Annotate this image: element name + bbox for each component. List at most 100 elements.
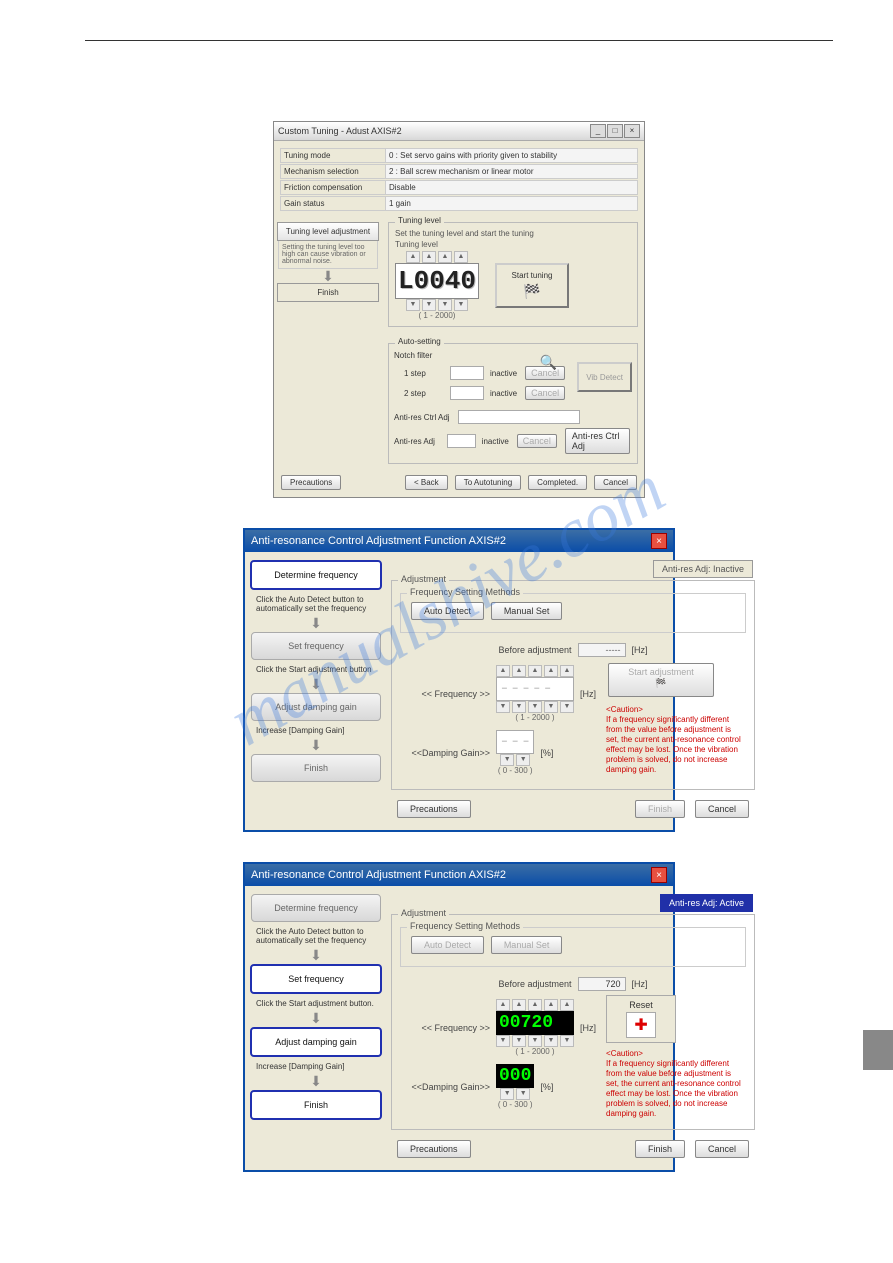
frequency-range: ( 1 - 2000 ) — [496, 1047, 574, 1056]
arrow-down-icon: ⬇ — [310, 1011, 322, 1025]
before-adjustment-value: 720 — [578, 977, 626, 991]
adjustment-legend: Adjustment — [398, 574, 449, 584]
auto-detect-button[interactable]: Auto Detect — [411, 602, 484, 620]
step2-status: inactive — [490, 389, 517, 398]
friction-value: Disable — [386, 180, 638, 195]
hz-unit: [Hz] — [632, 979, 648, 989]
anti-resonance-dialog-active: Anti-resonance Control Adjustment Functi… — [243, 862, 675, 1172]
pct-unit: [%] — [540, 1082, 553, 1092]
anti-res-ctrl-adj-button[interactable]: Anti-res Ctrl Adj — [565, 428, 630, 454]
auto-detect-button[interactable]: Auto Detect — [411, 936, 484, 954]
reset-cross-icon: ✚ — [626, 1012, 656, 1038]
custom-tuning-dialog: Custom Tuning - Adust AXIS#2 _ □ × Tunin… — [273, 121, 645, 498]
step-finish: Finish — [250, 1090, 382, 1120]
step-determine-frequency: Determine frequency — [250, 560, 382, 590]
to-autotuning-button[interactable]: To Autotuning — [455, 475, 521, 490]
pct-unit: [%] — [540, 748, 553, 758]
finish-button[interactable]: Finish — [635, 1140, 685, 1158]
frequency-display: ----- — [496, 677, 574, 701]
spin-up-icon[interactable]: ▲ — [496, 999, 510, 1011]
caution-text: If a frequency significantly different f… — [606, 1059, 746, 1119]
tuning-level-group: Tuning level Set the tuning level and st… — [388, 222, 638, 327]
flow-tuning-level-adjustment: Tuning level adjustment — [277, 222, 379, 241]
step2-label: 2 step — [394, 389, 444, 398]
start-tuning-button[interactable]: Start tuning 🏁 — [495, 263, 569, 308]
spin-down-icon[interactable]: ▼ — [500, 1088, 514, 1100]
damping-gain-label: <<Damping Gain>> — [400, 748, 490, 758]
step-hint-1: Click the Auto Detect button to automati… — [256, 927, 376, 945]
frequency-display: 00720 — [496, 1011, 574, 1035]
anti-res-adj-label: Anti-res Adj — [394, 437, 441, 446]
flow-finish: Finish — [277, 283, 379, 302]
close-icon[interactable]: × — [624, 124, 640, 138]
gain-status-label: Gain status — [280, 196, 386, 211]
spin-down-icon[interactable]: ▼ — [496, 701, 510, 713]
gain-status-value: 1 gain — [386, 196, 638, 211]
hz-unit: [Hz] — [580, 689, 596, 699]
tuning-sub-text: Set the tuning level and start the tunin… — [395, 229, 631, 238]
tuning-range: ( 1 - 2000) — [395, 311, 479, 320]
spin-down-icon[interactable]: ▼ — [406, 299, 420, 311]
arrow-down-icon: ⬇ — [310, 948, 322, 962]
damping-gain-label: <<Damping Gain>> — [400, 1082, 490, 1092]
reset-button[interactable]: Reset ✚ — [606, 995, 676, 1043]
step-hint-2: Click the Start adjustment button. — [256, 999, 376, 1008]
auto-setting-legend: Auto-setting — [395, 337, 444, 346]
auto-setting-group: Auto-setting 🔍 Notch filter 1 stepinacti… — [388, 343, 638, 464]
damping-range: ( 0 - 300 ) — [496, 1100, 534, 1109]
titlebar: Anti-resonance Control Adjustment Functi… — [245, 864, 673, 886]
step-adjust-damping: Adjust damping gain — [250, 1027, 382, 1057]
magnifier-icon: 🔍 — [540, 354, 557, 371]
arrow-down-icon: ⬇ — [310, 1074, 322, 1088]
spin-down-icon[interactable]: ▼ — [496, 1035, 510, 1047]
finish-button[interactable]: Finish — [635, 800, 685, 818]
precautions-button[interactable]: Precautions — [281, 475, 341, 490]
flow-hint: Setting the tuning level too high can ca… — [278, 241, 378, 269]
cancel-button[interactable]: Cancel — [594, 475, 637, 490]
status-badge: Anti-res Adj: Active — [660, 894, 753, 912]
step-adjust-damping: Adjust damping gain — [251, 693, 381, 721]
minimize-icon[interactable]: _ — [590, 124, 606, 138]
before-adjustment-label: Before adjustment — [498, 979, 571, 989]
damping-display: --- — [496, 730, 534, 754]
titlebar: Custom Tuning - Adust AXIS#2 _ □ × — [274, 122, 644, 141]
adjustment-group: Adjustment Frequency Setting Methods Aut… — [391, 580, 755, 790]
manual-set-button[interactable]: Manual Set — [491, 602, 563, 620]
spin-up-icon[interactable]: ▲ — [406, 251, 420, 263]
adjustment-legend: Adjustment — [398, 908, 449, 918]
caution-heading: <Caution> — [606, 1049, 746, 1059]
vib-detect-button[interactable]: Vib Detect — [577, 362, 632, 392]
precautions-button[interactable]: Precautions — [397, 1140, 471, 1158]
anti-res-adj-field — [447, 434, 475, 448]
precautions-button[interactable]: Precautions — [397, 800, 471, 818]
step2-cancel-button[interactable]: Cancel — [525, 386, 565, 400]
start-adjustment-button[interactable]: Start adjustment🏁 — [608, 663, 714, 697]
tuning-label: Tuning level — [395, 240, 631, 249]
before-adjustment-label: Before adjustment — [498, 645, 571, 655]
cancel-button[interactable]: Cancel — [695, 1140, 749, 1158]
step2-field — [450, 386, 484, 400]
cancel-button[interactable]: Cancel — [695, 800, 749, 818]
hz-unit: [Hz] — [580, 1023, 596, 1033]
flag-icon: 🏁 — [655, 678, 666, 688]
close-icon[interactable]: × — [651, 533, 667, 549]
step-determine-frequency: Determine frequency — [251, 894, 381, 922]
completed-button[interactable]: Completed. — [528, 475, 587, 490]
close-icon[interactable]: × — [651, 867, 667, 883]
spin-up-icon[interactable]: ▲ — [496, 665, 510, 677]
step-finish: Finish — [251, 754, 381, 782]
step1-label: 1 step — [394, 369, 444, 378]
step-hint-2: Click the Start adjustment button — [256, 665, 376, 674]
frequency-setting-methods-group: Frequency Setting Methods Auto Detect Ma… — [400, 593, 746, 633]
anti-resonance-dialog-inactive: Anti-resonance Control Adjustment Functi… — [243, 528, 675, 832]
mechanism-label: Mechanism selection — [280, 164, 386, 179]
manual-set-button[interactable]: Manual Set — [491, 936, 563, 954]
hz-unit: [Hz] — [632, 645, 648, 655]
flag-icon: 🏁 — [503, 283, 561, 300]
caution-text: If a frequency significantly different f… — [606, 715, 746, 775]
arrow-down-icon: ⬇ — [310, 616, 322, 630]
back-button[interactable]: < Back — [405, 475, 448, 490]
spin-down-icon[interactable]: ▼ — [500, 754, 514, 766]
anti-res-cancel-button[interactable]: Cancel — [517, 434, 557, 448]
maximize-icon[interactable]: □ — [607, 124, 623, 138]
